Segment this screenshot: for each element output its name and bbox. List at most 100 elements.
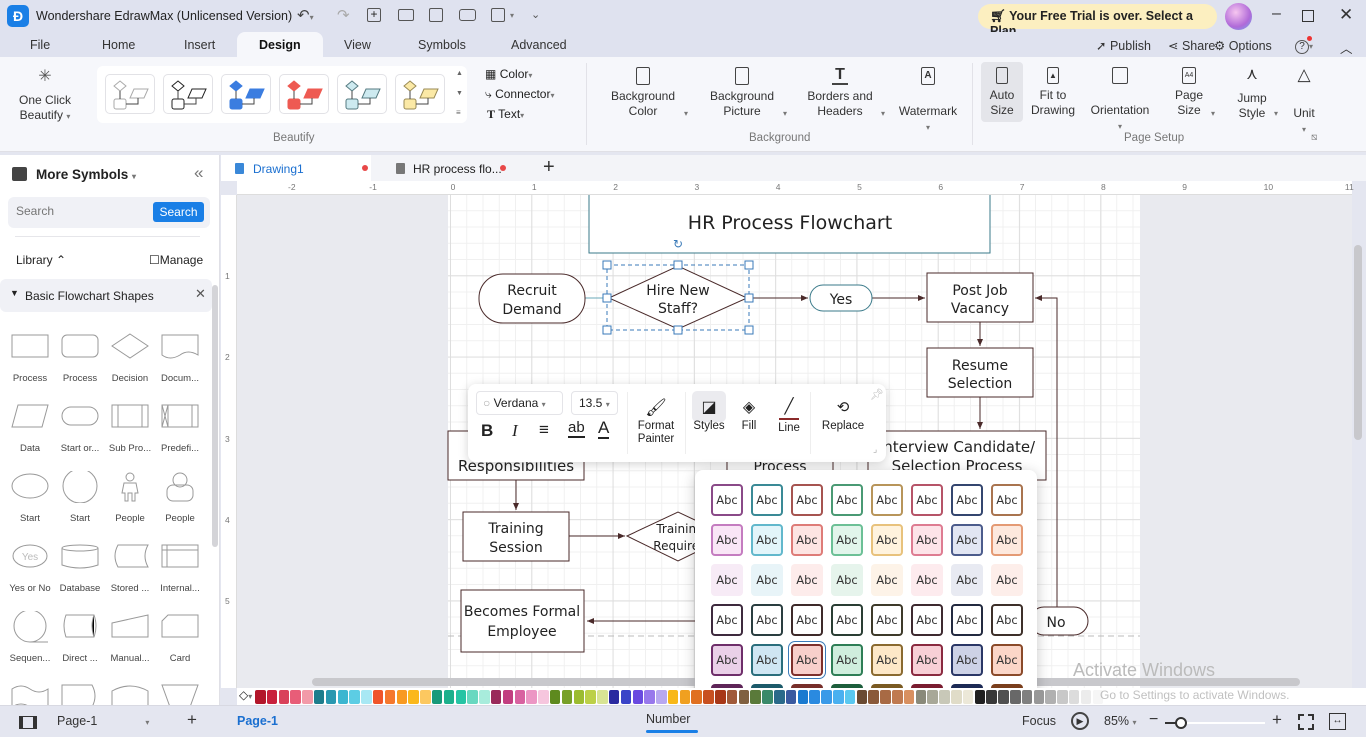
resize-handle[interactable] — [673, 260, 683, 270]
style-swatch[interactable]: Abc — [751, 604, 783, 636]
style-swatch[interactable]: Abc — [911, 484, 943, 516]
style-swatch[interactable]: Abc — [871, 484, 903, 516]
color-swatch[interactable] — [585, 689, 596, 704]
shape-circle[interactable]: Start — [55, 471, 105, 524]
color-swatch[interactable] — [266, 689, 278, 704]
style-swatch[interactable]: Abc — [911, 604, 943, 636]
shape-card[interactable]: Card — [155, 611, 205, 664]
format-painter-button[interactable]: 🖌︎ Format Painter — [632, 396, 680, 446]
zoom-slider[interactable] — [1165, 717, 1265, 729]
style-swatch[interactable]: Abc — [951, 564, 983, 596]
color-swatch[interactable] — [372, 689, 384, 704]
style-swatch[interactable]: Abc — [911, 644, 943, 676]
style-swatch[interactable]: Abc — [871, 644, 903, 676]
style-swatch[interactable]: Abc — [791, 604, 823, 636]
font-size-select[interactable]: 13.5 ▾ — [571, 391, 618, 415]
color-swatch[interactable] — [514, 689, 526, 704]
color-swatch[interactable] — [337, 689, 349, 704]
color-swatch[interactable] — [479, 689, 490, 704]
color-swatch[interactable] — [1021, 689, 1033, 704]
style-swatch[interactable]: Abc — [751, 524, 783, 556]
color-swatch[interactable] — [927, 689, 938, 704]
panel-scrollbar[interactable] — [212, 285, 218, 547]
color-swatch[interactable] — [750, 689, 761, 704]
share-button[interactable]: ⋖ Share — [1168, 38, 1215, 53]
color-swatch[interactable] — [939, 689, 950, 704]
minimize-button[interactable]: – — [1272, 5, 1281, 23]
color-swatch[interactable] — [620, 689, 632, 704]
shape-user[interactable]: People — [155, 471, 205, 524]
help-button[interactable]: ? ▾ — [1295, 36, 1313, 54]
style-swatch[interactable]: Abc — [751, 484, 783, 516]
color-swatch[interactable] — [408, 689, 419, 704]
color-swatch[interactable] — [797, 689, 809, 704]
style-swatch[interactable]: Abc — [711, 524, 743, 556]
color-swatch[interactable] — [597, 689, 608, 704]
color-swatch[interactable] — [738, 689, 750, 704]
color-swatch[interactable] — [785, 689, 797, 704]
close-button[interactable]: ✕ — [1339, 5, 1353, 25]
customize-toolbar-icon[interactable]: ⌄ — [531, 8, 540, 21]
collapse-icon[interactable]: ⌟ — [873, 444, 877, 455]
beautify-theme-6[interactable] — [395, 74, 445, 114]
style-swatch[interactable]: Abc — [711, 564, 743, 596]
zoom-select[interactable]: 85% ▾ — [1104, 714, 1137, 728]
color-swatch[interactable] — [974, 689, 986, 704]
beautify-theme-4[interactable] — [279, 74, 329, 114]
style-swatch[interactable]: Abc — [991, 484, 1023, 516]
fill-color-icon[interactable]: ◇▾ — [239, 688, 252, 702]
style-swatch[interactable]: Abc — [951, 484, 983, 516]
color-swatch[interactable] — [1057, 689, 1068, 704]
tab-insert[interactable]: Insert — [184, 38, 215, 52]
resize-handle[interactable] — [744, 260, 754, 270]
style-swatch[interactable]: Abc — [791, 484, 823, 516]
resize-handle[interactable] — [744, 325, 754, 335]
color-swatch[interactable] — [915, 689, 927, 704]
shape-subprocess[interactable]: Sub Pro... — [105, 401, 155, 454]
color-swatch[interactable] — [856, 689, 868, 704]
color-swatch[interactable] — [833, 689, 844, 704]
publish-button[interactable]: ➚ Publish — [1096, 38, 1151, 53]
one-click-beautify-button[interactable]: ✳ One Click Beautify ▾ — [12, 69, 78, 124]
color-swatch[interactable] — [821, 689, 832, 704]
color-swatch[interactable] — [679, 689, 691, 704]
print-icon[interactable] — [459, 9, 476, 21]
style-swatch[interactable]: Abc — [911, 564, 943, 596]
bold-button[interactable]: B — [481, 421, 493, 441]
add-page-button[interactable]: + — [187, 710, 197, 730]
gallery-scroll-down[interactable]: ▼ — [456, 90, 463, 97]
tab-design[interactable]: Design — [237, 32, 323, 57]
focus-button[interactable]: Focus — [1022, 714, 1056, 728]
add-tab-button[interactable]: + — [543, 156, 555, 179]
style-swatch[interactable]: Abc — [831, 524, 863, 556]
style-swatch[interactable]: Abc — [831, 564, 863, 596]
color-swatch[interactable] — [951, 689, 962, 704]
save-icon[interactable] — [429, 8, 443, 22]
shape-rect[interactable]: Process — [5, 331, 55, 384]
color-swatch[interactable] — [302, 689, 313, 704]
font-family-select[interactable]: ○ Verdana ▾ — [476, 391, 563, 415]
italic-button[interactable]: I — [512, 421, 518, 441]
style-swatch[interactable]: Abc — [871, 564, 903, 596]
resize-handle[interactable] — [673, 325, 683, 335]
zoom-slider-knob[interactable] — [1175, 717, 1187, 729]
color-swatch[interactable] — [455, 689, 467, 704]
tab-view[interactable]: View — [344, 38, 371, 52]
search-button[interactable]: Search — [153, 202, 204, 222]
color-swatch[interactable] — [608, 689, 620, 704]
rotate-handle-icon[interactable]: ↻ — [673, 237, 683, 251]
color-swatch[interactable] — [644, 689, 655, 704]
zoom-in-button[interactable]: + — [1272, 710, 1282, 730]
color-swatch[interactable] — [726, 689, 738, 704]
shape-manual-input[interactable]: Manual... — [105, 611, 155, 664]
pin-icon[interactable]: 📌︎ — [870, 388, 884, 401]
number-tab[interactable]: Number — [646, 712, 698, 733]
resize-handle[interactable] — [602, 325, 612, 335]
shape-stored-data[interactable]: Stored ... — [105, 541, 155, 594]
color-swatch[interactable] — [384, 689, 396, 704]
jump-style-button[interactable]: ⋏ Jump Style — [1232, 67, 1272, 121]
export-dropdown[interactable]: ▾ — [510, 11, 514, 20]
style-swatch[interactable]: Abc — [711, 604, 743, 636]
fill-button[interactable]: ◈ Fill — [734, 396, 764, 432]
color-swatch[interactable] — [443, 689, 455, 704]
